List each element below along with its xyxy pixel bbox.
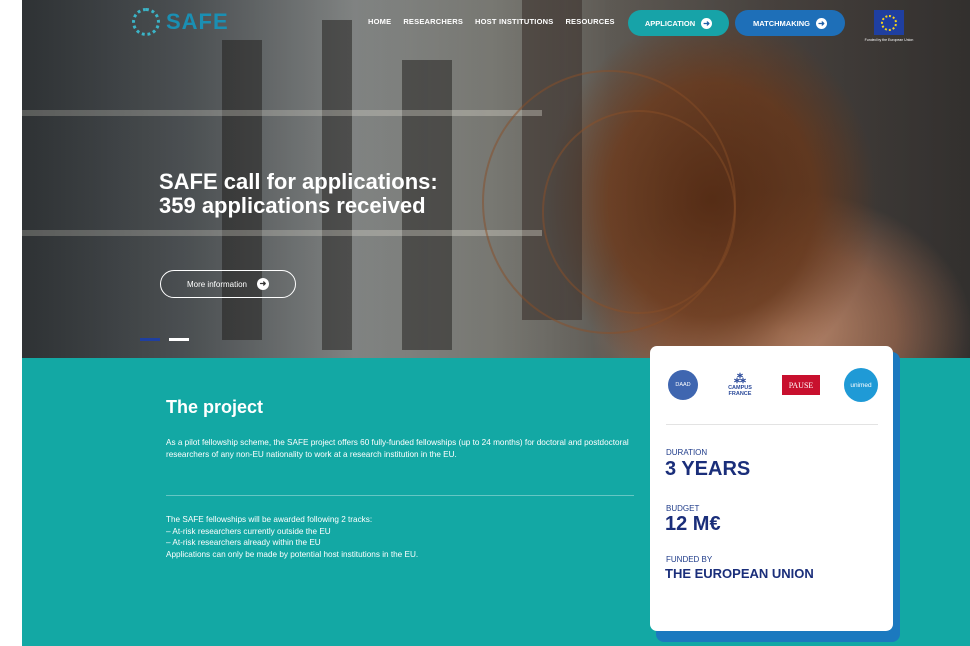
- pause-logo[interactable]: PAUSE: [782, 375, 820, 395]
- project-description: As a pilot fellowship scheme, the SAFE p…: [166, 438, 629, 459]
- project-info-card: DAAD ⁂ CAMPUS FRANCE PAUSE unimed DURATI…: [650, 346, 893, 631]
- budget-label: BUDGET: [666, 504, 700, 513]
- nav-resources[interactable]: RESOURCES: [565, 17, 614, 26]
- matchmaking-button[interactable]: MATCHMAKING ➜: [735, 10, 845, 36]
- funded-by-value: THE EUROPEAN UNION: [665, 566, 814, 581]
- logo-text: SAFE: [166, 9, 229, 34]
- applications-note: Applications can only be made by potenti…: [166, 549, 419, 559]
- funded-by-label: FUNDED BY: [666, 555, 713, 564]
- nav-home[interactable]: HOME: [368, 17, 391, 26]
- slider-dot[interactable]: [169, 338, 189, 341]
- campus-france-mark-icon: ⁂: [734, 372, 746, 386]
- slider-dot-active[interactable]: [140, 338, 160, 341]
- site-logo[interactable]: SAFE: [132, 8, 229, 36]
- page: SAFE HOME RESEARCHERS HOST INSTITUTIONS …: [22, 0, 970, 646]
- campus-france-logo[interactable]: ⁂ CAMPUS FRANCE: [722, 373, 758, 397]
- eu-caption: Funded by the European Union: [864, 38, 914, 42]
- application-button[interactable]: APPLICATION ➜: [628, 10, 729, 36]
- more-information-button[interactable]: More information ➜: [160, 270, 296, 298]
- card-divider: [666, 424, 878, 425]
- hero-title: SAFE call for applications: 359 applicat…: [159, 169, 438, 218]
- partner-logos: DAAD ⁂ CAMPUS FRANCE PAUSE unimed: [668, 362, 878, 408]
- arrow-right-icon: ➜: [701, 17, 713, 29]
- track-1: – At-risk researchers currently outside …: [166, 526, 331, 536]
- pause-logo-text: PAUSE: [788, 380, 814, 390]
- nav-host-institutions[interactable]: HOST INSTITUTIONS: [475, 17, 553, 26]
- hero-banner: SAFE HOME RESEARCHERS HOST INSTITUTIONS …: [22, 0, 970, 358]
- application-label: APPLICATION: [644, 18, 696, 28]
- section-divider: [166, 495, 634, 496]
- arrow-right-icon: ➜: [257, 278, 270, 290]
- more-information-label: More information: [186, 279, 248, 289]
- duration-label: DURATION: [666, 448, 708, 457]
- unimed-logo-text: unimed: [850, 381, 872, 389]
- budget-value: 12 M€: [665, 513, 721, 535]
- daad-logo-text: DAAD: [675, 382, 691, 388]
- eu-flag-icon: [874, 10, 904, 35]
- tracks-intro: The SAFE fellowships will be awarded fol…: [166, 515, 373, 524]
- matchmaking-label: MATCHMAKING: [753, 18, 810, 28]
- track-2: – At-risk researchers already within the…: [166, 538, 321, 547]
- project-title: The project: [166, 397, 264, 417]
- duration-value: 3 YEARS: [665, 458, 751, 480]
- campus-france-text: CAMPUS FRANCE: [728, 385, 752, 397]
- project-tracks: The SAFE fellowships will be awarded fol…: [166, 514, 632, 560]
- main-nav: HOME RESEARCHERS HOST INSTITUTIONS RESOU…: [368, 17, 615, 26]
- nav-researchers[interactable]: RESEARCHERS: [403, 17, 463, 26]
- arrow-right-icon: ➜: [815, 17, 827, 29]
- unimed-logo[interactable]: unimed: [844, 368, 878, 402]
- daad-logo[interactable]: DAAD: [668, 370, 698, 400]
- logo-ring-icon: [132, 8, 160, 36]
- eu-stars-icon: [881, 14, 897, 31]
